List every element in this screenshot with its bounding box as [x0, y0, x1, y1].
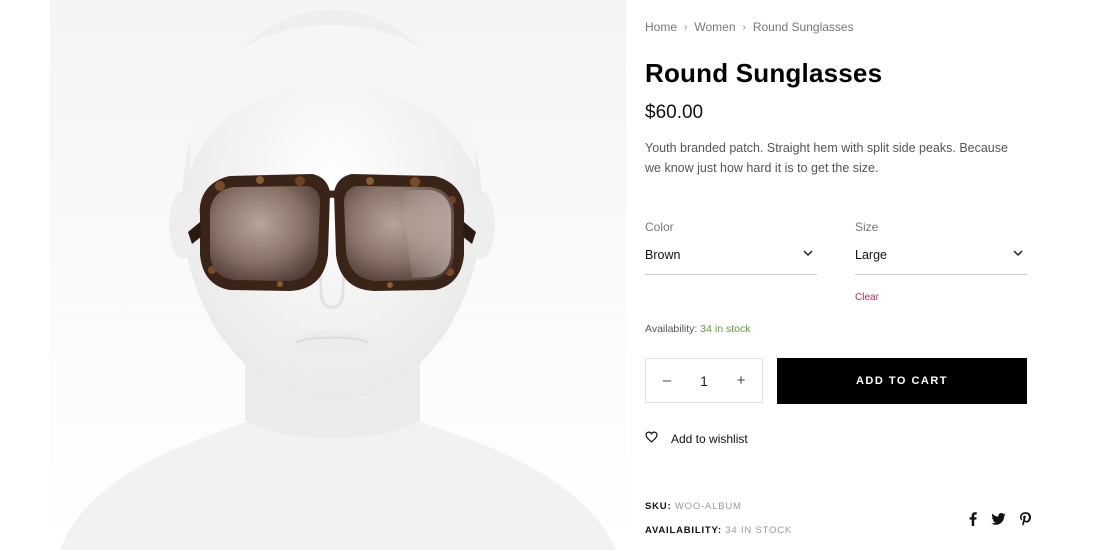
product-image[interactable] [50, 0, 626, 550]
add-to-wishlist-button[interactable]: Add to wishlist [645, 430, 748, 448]
product-title: Round Sunglasses [645, 58, 883, 88]
product-price: $60.00 [645, 102, 704, 123]
size-select[interactable]: Large [855, 248, 1027, 275]
sku-label: SKU: [645, 501, 672, 512]
share-icons [955, 512, 1031, 526]
pinterest-icon[interactable] [1020, 512, 1031, 526]
quantity-decrement-button[interactable]: – [660, 372, 674, 389]
meta-availability-line: AVAILABILITY: 34 IN STOCK [645, 525, 792, 536]
breadcrumb-home[interactable]: Home [645, 20, 677, 34]
meta-availability-label: AVAILABILITY: [645, 525, 722, 536]
meta-availability-value: 34 IN STOCK [725, 525, 793, 536]
sku-line: SKU: WOO-ALBUM [645, 501, 742, 512]
wishlist-label: Add to wishlist [671, 432, 748, 446]
stock-status: 34 in stock [700, 323, 751, 335]
color-variation: Color Brown [645, 220, 817, 275]
product-summary: Home › Women › Round Sunglasses Round Su… [645, 0, 1035, 550]
availability-label: Availability: [645, 323, 698, 335]
color-select[interactable]: Brown [645, 248, 817, 275]
breadcrumb-separator: › [742, 21, 746, 33]
color-selected-value: Brown [645, 248, 681, 262]
product-description: Youth branded patch. Straight hem with s… [645, 141, 1008, 175]
quantity-input[interactable]: 1 [700, 373, 708, 389]
clear-variations-link[interactable]: Clear [855, 292, 879, 303]
add-to-cart-button[interactable]: ADD TO CART [777, 358, 1027, 404]
size-selected-value: Large [855, 248, 887, 262]
breadcrumb-separator: › [684, 21, 688, 33]
chevron-down-icon [803, 248, 813, 262]
breadcrumb: Home › Women › Round Sunglasses [645, 20, 854, 34]
heart-icon [645, 430, 658, 448]
product-page: Home › Women › Round Sunglasses Round Su… [0, 0, 1100, 550]
size-label: Size [855, 220, 879, 234]
quantity-increment-button[interactable]: + [734, 372, 748, 389]
size-variation: Size Large [855, 220, 1027, 275]
sku-value: WOO-ALBUM [674, 501, 742, 512]
color-label: Color [645, 220, 674, 234]
twitter-icon[interactable] [991, 513, 1006, 525]
facebook-icon[interactable] [969, 512, 977, 526]
quantity-stepper: – 1 + [645, 358, 763, 403]
availability: Availability: 34 in stock [645, 323, 750, 335]
breadcrumb-women[interactable]: Women [694, 20, 735, 34]
mannequin-with-sunglasses-image [60, 10, 616, 550]
chevron-down-icon [1013, 248, 1023, 262]
breadcrumb-current: Round Sunglasses [752, 20, 854, 34]
